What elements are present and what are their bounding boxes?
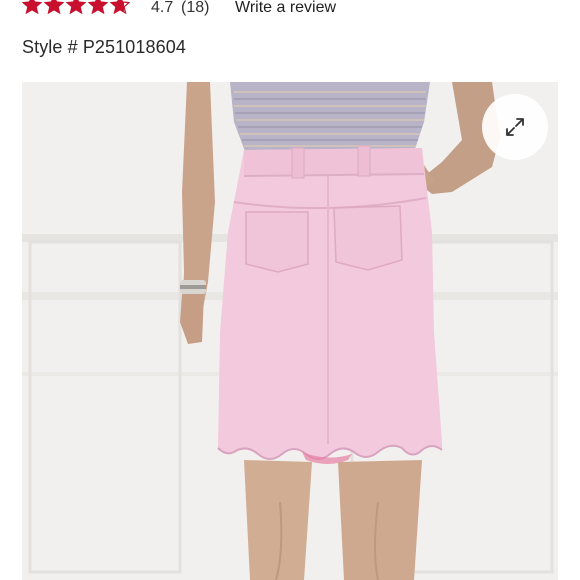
star-icon bbox=[44, 0, 64, 14]
star-icon bbox=[66, 0, 86, 14]
skirt-photo bbox=[22, 82, 558, 580]
star-rating[interactable] bbox=[22, 0, 130, 14]
rating-value: 4.7 bbox=[151, 0, 174, 16]
style-number: Style # P251018604 bbox=[22, 37, 186, 57]
star-icon bbox=[110, 0, 130, 14]
star-icon bbox=[88, 0, 108, 14]
expand-image-button[interactable] bbox=[482, 94, 548, 160]
review-count[interactable]: (18) bbox=[181, 0, 209, 17]
star-icon bbox=[22, 0, 42, 14]
expand-arrows-icon bbox=[506, 118, 524, 136]
rating-row: 4.7 (18) Write a review bbox=[0, 0, 580, 24]
product-image[interactable] bbox=[22, 82, 558, 580]
write-review-link[interactable]: Write a review bbox=[235, 0, 336, 17]
